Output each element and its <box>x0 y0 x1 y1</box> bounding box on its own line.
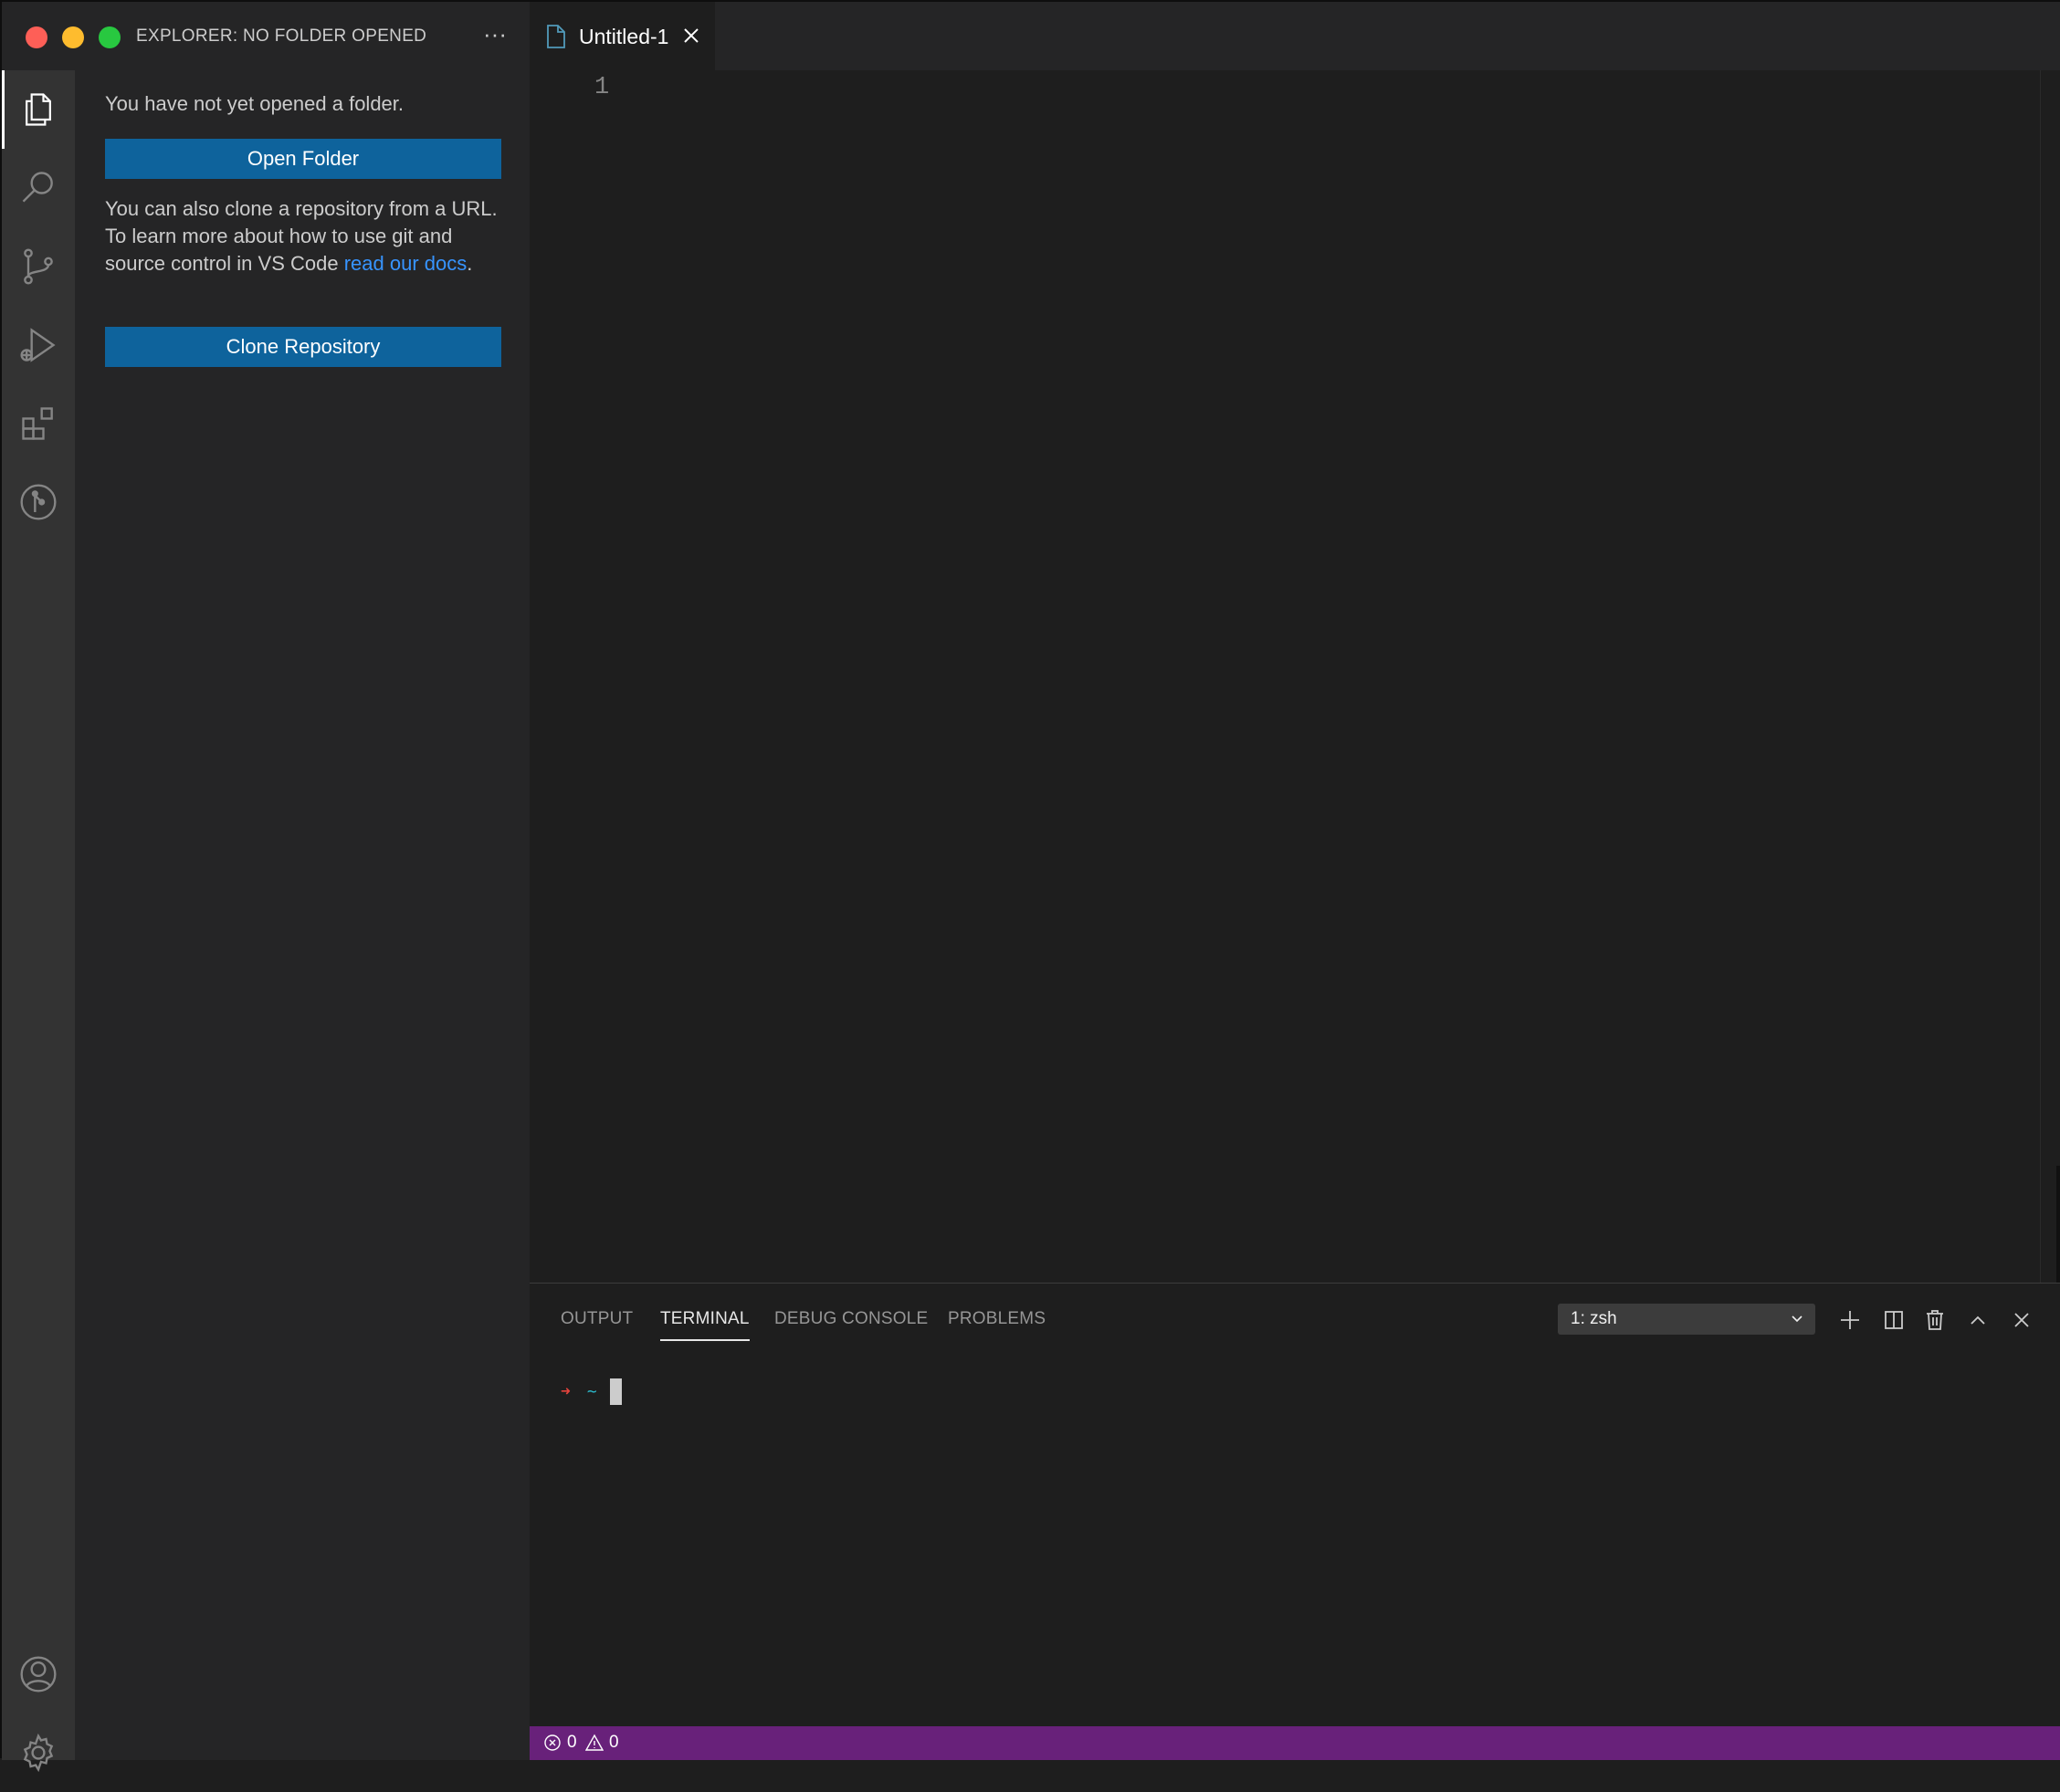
explorer-sidebar: You have not yet opened a folder. Open F… <box>75 70 530 1760</box>
chevron-down-icon <box>1792 1315 1802 1323</box>
status-warnings[interactable]: 0 <box>585 1733 619 1753</box>
terminal-select-dropdown[interactable]: 1: zsh <box>1558 1304 1815 1335</box>
clone-message: You can also clone a repository from a U… <box>105 195 507 278</box>
line-number: 1 <box>594 74 610 101</box>
open-folder-button[interactable]: Open Folder <box>105 139 501 179</box>
warning-count: 0 <box>609 1733 619 1752</box>
prompt-directory: ~ <box>586 1382 597 1401</box>
close-icon[interactable] <box>679 24 703 47</box>
error-icon <box>544 1734 561 1751</box>
no-folder-message: You have not yet opened a folder. <box>105 92 405 115</box>
account-icon <box>20 1656 57 1692</box>
activity-run-debug[interactable] <box>2 306 75 384</box>
settings-gear-icon <box>23 1733 54 1773</box>
terminal-cursor <box>609 1378 622 1405</box>
extensions-icon <box>22 407 53 440</box>
window-close-button[interactable] <box>26 26 47 48</box>
tab-untitled-1[interactable]: Untitled-1 <box>530 2 715 70</box>
clone-message-suffix: . <box>467 252 473 275</box>
git-graph-icon <box>20 484 57 520</box>
more-actions-button[interactable]: ··· <box>478 20 511 53</box>
editor-tabs-bar: Untitled-1 <box>530 2 2060 70</box>
run-debug-icon <box>20 328 56 362</box>
activity-bar <box>2 70 75 1773</box>
warning-icon <box>585 1734 604 1751</box>
activity-source-control[interactable] <box>2 227 75 306</box>
terminal-select-value: 1: zsh <box>1571 1309 1617 1328</box>
activity-git-graph[interactable] <box>2 463 75 541</box>
scrollbar-edge <box>2056 1166 2060 1284</box>
window-minimize-button[interactable] <box>62 26 84 48</box>
activity-account[interactable] <box>2 1635 75 1713</box>
search-icon <box>22 172 53 203</box>
editor-scrollbar[interactable] <box>2040 70 2060 1283</box>
error-count: 0 <box>567 1733 577 1752</box>
terminal-prompt[interactable]: ➜ ~ <box>561 1378 622 1405</box>
sidebar-titlebar: EXPLORER: NO FOLDER OPENED ··· <box>2 2 530 70</box>
source-control-icon <box>24 248 53 285</box>
read-docs-link[interactable]: read our docs <box>344 252 468 275</box>
split-terminal-icon[interactable] <box>1881 1307 1907 1333</box>
tab-output[interactable]: OUTPUT <box>561 1309 633 1329</box>
status-bar: 0 0 <box>530 1726 2060 1760</box>
status-errors[interactable]: 0 <box>543 1733 577 1753</box>
chevron-up-icon[interactable] <box>1965 1307 1991 1333</box>
editor-area[interactable]: 1 <box>530 70 2060 1284</box>
new-terminal-icon[interactable] <box>1837 1307 1863 1333</box>
activity-settings[interactable] <box>2 1713 75 1792</box>
file-icon <box>547 25 565 48</box>
vscode-window: EXPLORER: NO FOLDER OPENED ··· You have … <box>0 0 2060 1773</box>
trash-icon[interactable] <box>1922 1307 1948 1333</box>
activity-extensions[interactable] <box>2 384 75 463</box>
explorer-title: EXPLORER: NO FOLDER OPENED <box>136 26 427 46</box>
activity-explorer[interactable] <box>2 70 75 149</box>
bottom-panel: OUTPUT TERMINAL DEBUG CONSOLE PROBLEMS 1… <box>530 1283 2060 1726</box>
prompt-arrow: ➜ <box>561 1382 571 1401</box>
activity-search[interactable] <box>2 149 75 227</box>
tab-debug-console[interactable]: DEBUG CONSOLE <box>774 1309 928 1329</box>
tab-problems[interactable]: PROBLEMS <box>948 1309 1046 1329</box>
tab-label: Untitled-1 <box>579 25 669 48</box>
tab-terminal[interactable]: TERMINAL <box>660 1309 750 1341</box>
close-panel-icon[interactable] <box>2009 1307 2034 1333</box>
window-zoom-button[interactable] <box>99 26 121 48</box>
clone-repository-button[interactable]: Clone Repository <box>105 327 501 367</box>
explorer-icon <box>26 93 51 126</box>
